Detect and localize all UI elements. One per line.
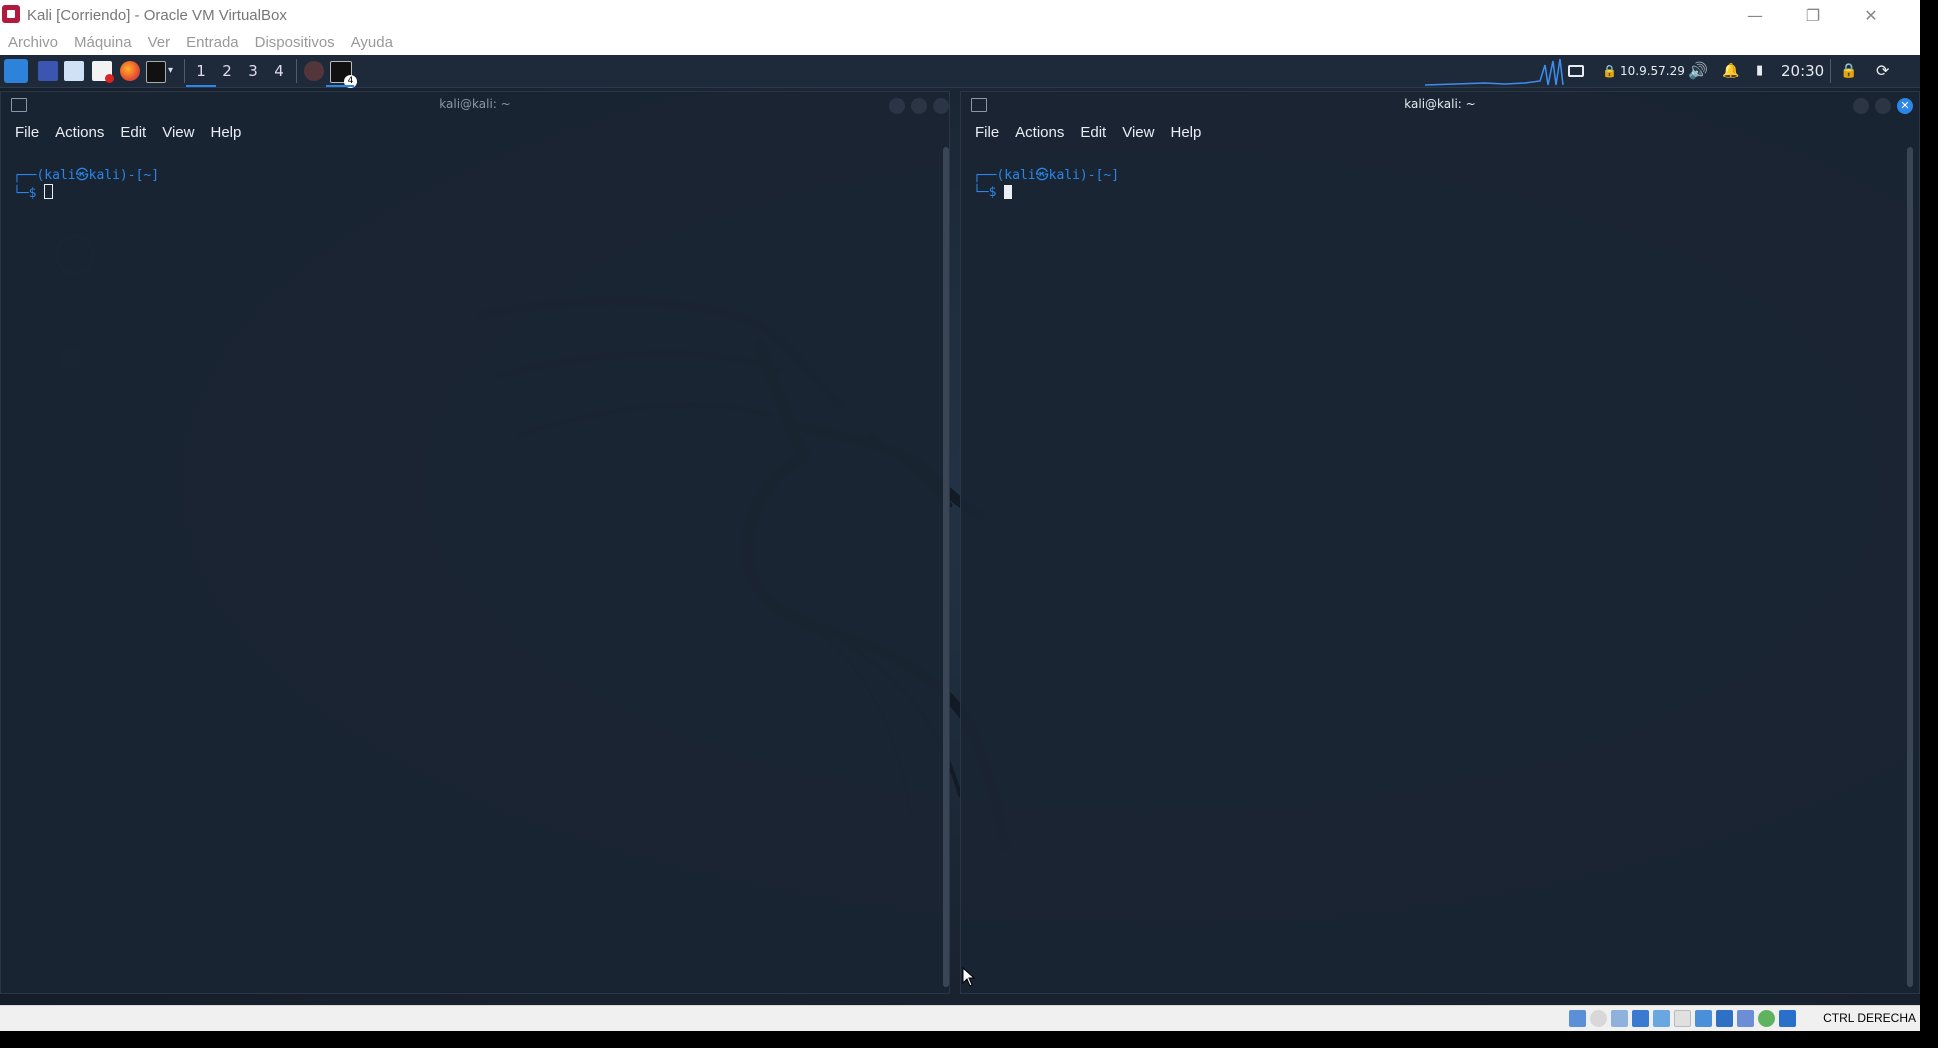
close-button[interactable]: ✕: [1897, 98, 1913, 114]
shell-prompt[interactable]: ┌──(kali㉿kali)-[~] └─$: [13, 167, 159, 202]
text-editor-icon[interactable]: [92, 61, 114, 83]
xfce-panel: ▾ 1 2 3 4 4 🔒 10.9.57.29 🔊 🔔 ▮ 20:30 🔒 ⟳: [0, 55, 1920, 88]
terminal-menubar: File Actions Edit View Help: [967, 124, 1209, 141]
usb-icon[interactable]: [1653, 1010, 1670, 1027]
close-button[interactable]: ✕: [1848, 0, 1894, 30]
maximize-button[interactable]: [911, 98, 927, 114]
menu-file[interactable]: File: [7, 124, 47, 141]
window-title: Kali [Corriendo] - Oracle VM VirtualBox: [27, 7, 287, 24]
scrollbar[interactable]: [943, 147, 949, 987]
show-desktop-icon[interactable]: [38, 61, 58, 81]
host-key-label: CTRL DERECHA: [1823, 1011, 1916, 1025]
prompt-line-2: └─$: [13, 186, 37, 201]
battery-icon[interactable]: ▮: [1756, 55, 1763, 87]
menu-help[interactable]: Help: [202, 124, 249, 141]
minimize-button[interactable]: [889, 98, 905, 114]
virtualbox-window: Kali [Corriendo] - Oracle VM VirtualBox …: [0, 0, 1920, 1031]
panel-separator: [296, 59, 297, 83]
menu-ver[interactable]: Ver: [140, 30, 179, 55]
minimize-button[interactable]: —: [1732, 0, 1778, 30]
active-task-indicator: [326, 85, 354, 87]
menu-entrada[interactable]: Entrada: [178, 30, 247, 55]
lock-screen-icon[interactable]: 🔒: [1840, 55, 1857, 87]
terminal-title: kali@kali: ~: [439, 97, 511, 111]
terminal-window-right[interactable]: kali@kali: ~ ✕ File Actions Edit View He…: [960, 91, 1920, 994]
menu-edit[interactable]: Edit: [1072, 124, 1114, 141]
vbox-statusbar: CTRL DERECHA: [0, 1005, 1920, 1031]
prompt-line-1: ┌──(kali㉿kali)-[~]: [973, 168, 1120, 183]
virtualbox-app-icon: [2, 5, 20, 23]
cursor-block: [1004, 185, 1013, 199]
menu-actions[interactable]: Actions: [1007, 124, 1072, 141]
workspace-4[interactable]: 4: [264, 55, 294, 87]
menu-dispositivos[interactable]: Dispositivos: [247, 30, 343, 55]
network-icon[interactable]: [1632, 1010, 1649, 1027]
host-menubar: Archivo Máquina Ver Entrada Dispositivos…: [0, 30, 1920, 55]
kali-menu-icon[interactable]: [4, 59, 28, 83]
vt-x-icon[interactable]: [1737, 1010, 1754, 1027]
menu-ayuda[interactable]: Ayuda: [343, 30, 401, 55]
mouse-pointer-icon: [962, 967, 976, 987]
menu-maquina[interactable]: Máquina: [66, 30, 140, 55]
lock-network-icon: 🔒: [1602, 64, 1617, 78]
optical-drive-icon[interactable]: [1590, 1010, 1607, 1027]
terminal-title: kali@kali: ~: [1404, 97, 1476, 111]
cursor-outline: [44, 184, 54, 199]
menu-help[interactable]: Help: [1162, 124, 1209, 141]
ip-address: 10.9.57.29: [1620, 64, 1685, 78]
display-icon[interactable]: [1568, 65, 1584, 77]
panel-separator: [184, 59, 185, 83]
menu-file[interactable]: File: [967, 124, 1007, 141]
prompt-line-1: ┌──(kali㉿kali)-[~]: [13, 168, 160, 183]
terminal-launcher-icon[interactable]: [146, 61, 166, 83]
notification-bell-icon[interactable]: 🔔: [1722, 55, 1739, 87]
firefox-icon[interactable]: [120, 61, 140, 81]
menu-view[interactable]: View: [1114, 124, 1162, 141]
panel-separator: [1830, 59, 1831, 83]
keyboard-capture-icon[interactable]: [1779, 1010, 1796, 1027]
hard-disk-icon[interactable]: [1569, 1010, 1586, 1027]
audio-icon[interactable]: [1611, 1010, 1628, 1027]
volume-icon[interactable]: 🔊: [1688, 55, 1708, 87]
prompt-line-2: └─$: [973, 185, 997, 200]
mouse-integration-icon[interactable]: [1758, 1010, 1775, 1027]
title-bar: Kali [Corriendo] - Oracle VM VirtualBox …: [0, 0, 1920, 30]
scrollbar[interactable]: [1907, 147, 1913, 987]
display-icon[interactable]: [1695, 1010, 1712, 1027]
terminal-menubar: File Actions Edit View Help: [7, 124, 249, 141]
maximize-button[interactable]: [1875, 98, 1891, 114]
menu-edit[interactable]: Edit: [112, 124, 154, 141]
clock[interactable]: 20:30: [1781, 55, 1824, 87]
minimize-button[interactable]: [1853, 98, 1869, 114]
firefox-task-icon[interactable]: [304, 61, 324, 81]
terminal-window-left[interactable]: kali@kali: ~ File Actions Edit View Help…: [0, 91, 950, 994]
restore-button[interactable]: ❐: [1790, 0, 1836, 30]
menu-archivo[interactable]: Archivo: [0, 30, 66, 55]
file-manager-icon[interactable]: [64, 61, 84, 81]
cpu-graph: [1425, 58, 1564, 86]
menu-actions[interactable]: Actions: [47, 124, 112, 141]
logout-icon[interactable]: ⟳: [1876, 55, 1889, 87]
shared-folders-icon[interactable]: [1674, 1010, 1691, 1027]
guest-desktop: ▾ 1 2 3 4 4 🔒 10.9.57.29 🔊 🔔 ▮ 20:30 🔒 ⟳…: [0, 55, 1920, 1005]
terminal-task-icon[interactable]: 4: [330, 61, 357, 88]
chevron-down-icon[interactable]: ▾: [168, 61, 178, 81]
recording-icon[interactable]: [1716, 1010, 1733, 1027]
shell-prompt[interactable]: ┌──(kali㉿kali)-[~] └─$: [973, 167, 1119, 201]
menu-view[interactable]: View: [154, 124, 202, 141]
close-button[interactable]: [933, 98, 949, 114]
